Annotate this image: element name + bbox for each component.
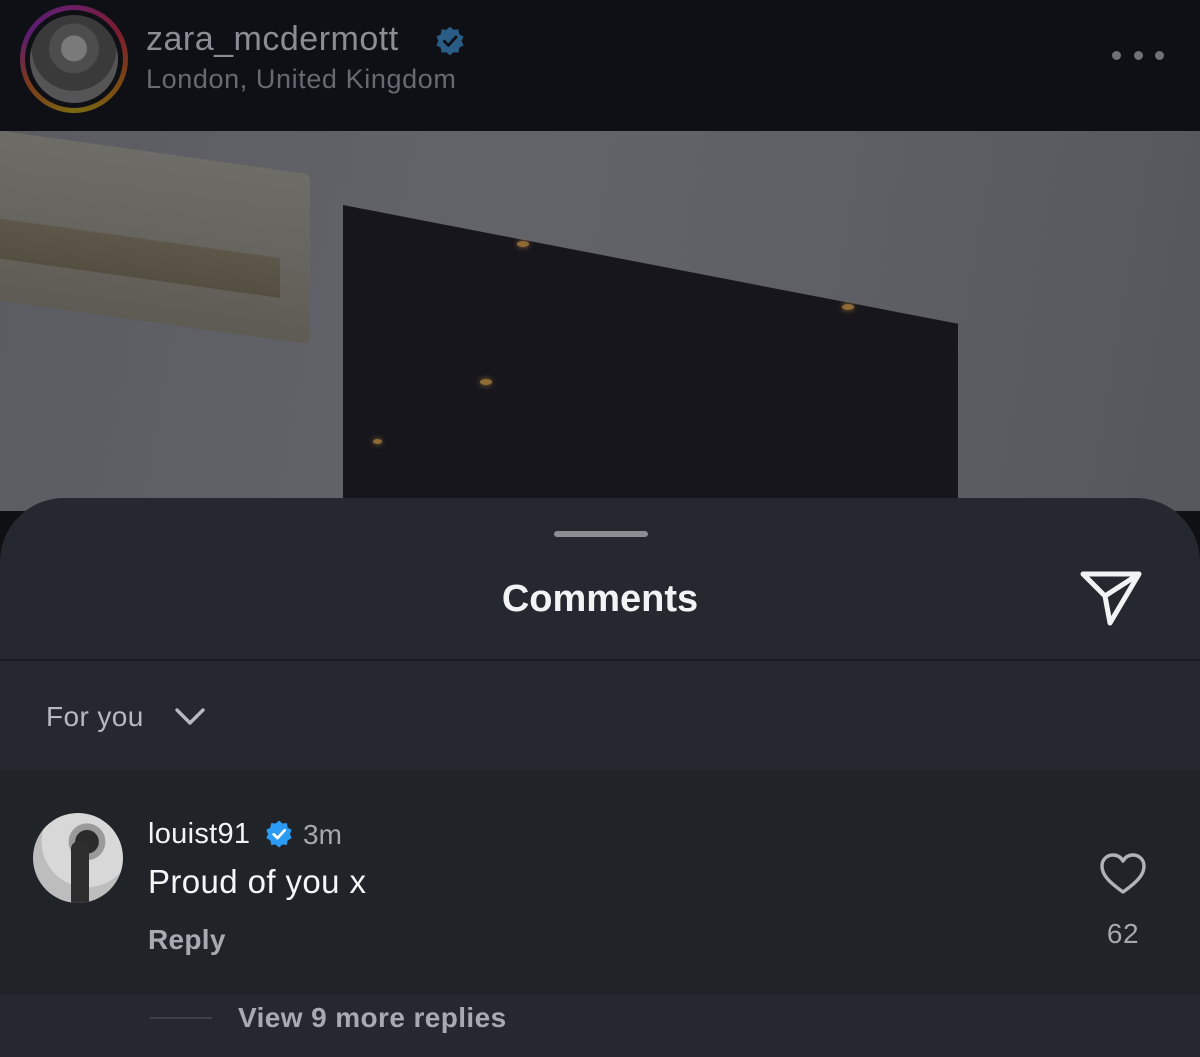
commenter-username[interactable]: louist91: [148, 818, 250, 851]
view-more-replies-button[interactable]: View 9 more replies: [238, 1002, 507, 1034]
drag-handle[interactable]: [554, 531, 648, 537]
post-location[interactable]: London, United Kingdom: [146, 64, 456, 95]
sort-filter-label[interactable]: For you: [46, 701, 144, 733]
like-count: 62: [1106, 918, 1140, 949]
heart-icon[interactable]: [1099, 852, 1147, 896]
sheet-title: Comments: [501, 578, 699, 620]
sort-filter[interactable]: For you: [0, 661, 1200, 770]
chevron-down-icon[interactable]: [173, 699, 207, 733]
avatar: [30, 15, 118, 103]
more-options-icon[interactable]: [1112, 45, 1164, 65]
thread-line: [150, 1017, 212, 1019]
commenter-avatar[interactable]: [33, 813, 123, 903]
verified-badge-icon: [266, 820, 292, 848]
paper-plane-icon[interactable]: [1078, 568, 1144, 628]
television: [343, 205, 958, 511]
view-replies-row: View 9 more replies: [0, 995, 1200, 1057]
post-username[interactable]: zara_mcdermott: [146, 20, 399, 59]
post-header: zara_mcdermott London, United Kingdom: [0, 0, 1200, 131]
post-image: [0, 131, 1200, 511]
air-conditioner: [0, 131, 310, 345]
story-ring-avatar[interactable]: [20, 5, 128, 113]
comments-sheet: Comments For you louist91 3m Proud of yo…: [0, 498, 1200, 1057]
wall-switch: [312, 133, 357, 185]
comment-text: Proud of you x: [148, 863, 367, 900]
reply-button[interactable]: Reply: [148, 924, 226, 956]
verified-badge-icon: [436, 26, 464, 56]
comment-timestamp: 3m: [303, 819, 342, 850]
comment-item: louist91 3m Proud of you x Reply 62: [0, 770, 1200, 995]
